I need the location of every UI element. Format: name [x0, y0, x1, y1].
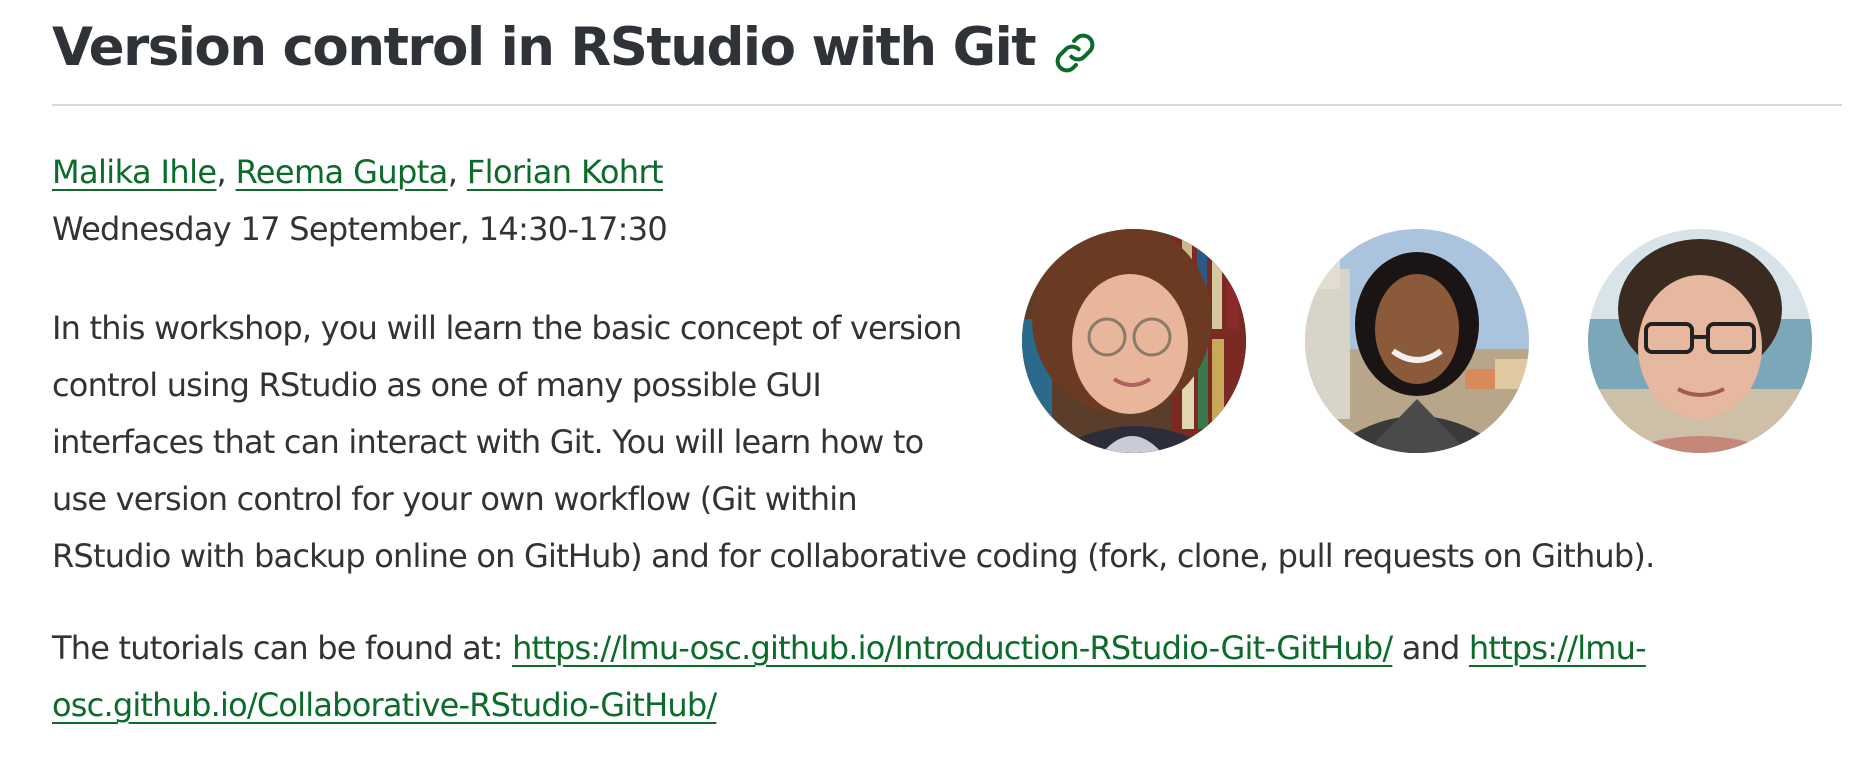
tutorials-paragraph: The tutorials can be found at: https://l… [52, 620, 1812, 734]
page-title-text: Version control in RStudio with Git [52, 17, 1037, 78]
tutorial-link-introduction[interactable]: https://lmu-osc.github.io/Introduction-R… [512, 629, 1393, 667]
author-link-reema-gupta[interactable]: Reema Gupta [236, 153, 449, 191]
tutorial-link-collaborative-part2[interactable]: osc.github.io/Collaborative-RStudio-GitH… [52, 686, 717, 724]
event-datetime: Wednesday 17 September, 14:30-17:30 [52, 210, 668, 248]
tutorial-link-collaborative-part1[interactable]: https://lmu- [1469, 629, 1647, 667]
description-line: RStudio with backup online on GitHub) an… [52, 537, 1655, 575]
tutorials-conjunction: and [1392, 629, 1469, 667]
tutorials-prefix: The tutorials can be found at: [52, 629, 513, 667]
workshop-description: In this workshop, you will learn the bas… [52, 300, 1792, 585]
title-row: Version control in RStudio with Git [52, 0, 1842, 106]
author-link-florian-kohrt[interactable]: Florian Kohrt [467, 153, 664, 191]
tutorials-line-1: The tutorials can be found at: https://l… [52, 620, 1812, 677]
tutorials-line-2: osc.github.io/Collaborative-RStudio-GitH… [52, 677, 1812, 734]
author-separator: , [447, 153, 467, 191]
author-link-malika-ihle[interactable]: Malika Ihle [52, 153, 217, 191]
description-line: interfaces that can interact with Git. Y… [52, 423, 924, 461]
page-title: Version control in RStudio with Git [52, 12, 1097, 84]
page: Version control in RStudio with Git Mali… [52, 0, 1842, 724]
description-line: In this workshop, you will learn the bas… [52, 309, 962, 347]
author-list: Malika Ihle, Reema Gupta, Florian Kohrt [52, 150, 664, 194]
link-icon[interactable] [1053, 22, 1097, 73]
author-separator: , [216, 153, 236, 191]
description-line: use version control for your own workflo… [52, 480, 858, 518]
description-line: control using RStudio as one of many pos… [52, 366, 822, 404]
